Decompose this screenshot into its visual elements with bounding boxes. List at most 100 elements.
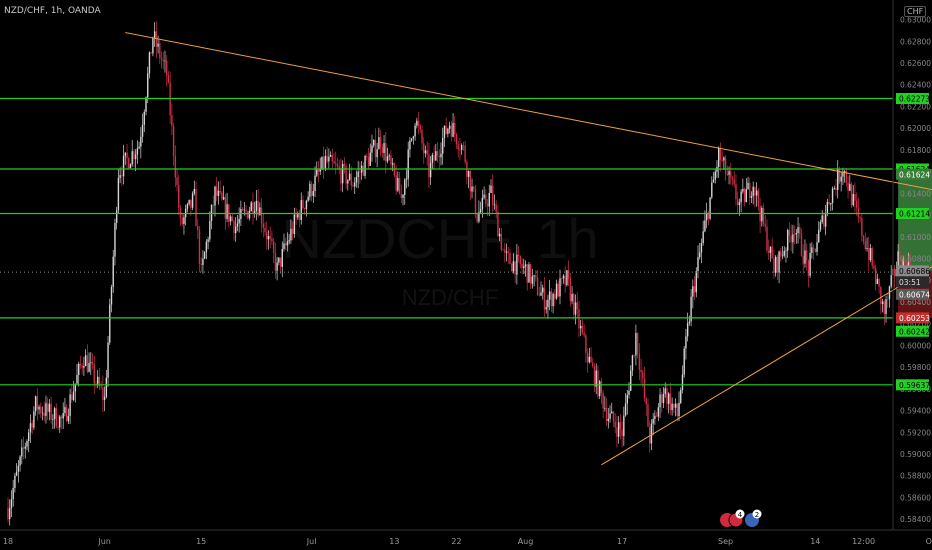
- candle: [385, 131, 387, 174]
- candle-body: [247, 211, 249, 219]
- candle-body: [290, 228, 292, 241]
- candle: [473, 185, 475, 193]
- candle-body: [200, 263, 202, 265]
- candle: [514, 260, 516, 283]
- candle: [79, 355, 82, 369]
- candle: [702, 220, 704, 246]
- time-axis[interactable]: 18Jun15Jul1322Aug17Sep1412:00Oct121926: [3, 537, 932, 546]
- candle-body: [48, 403, 51, 412]
- candle-body: [78, 363, 80, 375]
- candle: [747, 176, 749, 190]
- candle: [685, 329, 687, 360]
- candle: [464, 140, 466, 165]
- candle-body: [226, 204, 228, 219]
- candle-body: [874, 268, 877, 284]
- candle-body: [359, 171, 361, 173]
- candle: [471, 178, 473, 199]
- candle: [360, 160, 363, 180]
- candle: [222, 185, 225, 201]
- candle-body: [712, 179, 715, 183]
- candle: [245, 205, 247, 218]
- candle: [719, 142, 722, 172]
- candle-body: [288, 240, 290, 242]
- candle-body: [736, 199, 739, 206]
- candle: [711, 176, 713, 200]
- candle-body: [742, 188, 744, 192]
- candle: [697, 245, 699, 279]
- candle: [64, 398, 66, 417]
- candle: [21, 439, 23, 465]
- candle-body: [616, 427, 618, 437]
- candle: [428, 143, 430, 189]
- candle-body: [540, 292, 542, 296]
- candle: [802, 244, 804, 274]
- candle-body: [590, 356, 592, 363]
- candle-body: [816, 242, 818, 252]
- trendline[interactable]: [125, 32, 932, 209]
- candle: [674, 398, 677, 417]
- candle-body: [804, 250, 806, 264]
- candle-body: [126, 152, 128, 159]
- candle-body: [352, 185, 354, 187]
- candle-body: [305, 200, 308, 209]
- candle-body: [830, 203, 832, 205]
- candle: [590, 347, 592, 363]
- candle-body: [773, 258, 775, 273]
- candle: [381, 143, 384, 158]
- candle: [885, 295, 887, 323]
- candle-body: [531, 276, 534, 284]
- price-chart[interactable]: NZDCHF, 1h NZD/CHF 0.630000.628000.62600…: [0, 0, 932, 550]
- candle-body: [564, 275, 566, 285]
- candle-body: [248, 210, 251, 219]
- candle: [278, 257, 280, 266]
- candle-body: [633, 355, 635, 356]
- candle-body: [543, 287, 546, 310]
- candle-body: [81, 365, 83, 368]
- candle: [264, 222, 266, 236]
- candle-body: [757, 190, 760, 207]
- candle: [348, 163, 351, 181]
- candle: [757, 188, 760, 211]
- candle-body: [84, 355, 87, 366]
- candle: [53, 406, 56, 429]
- candle-body: [750, 195, 753, 198]
- candle-body: [152, 37, 154, 54]
- candle: [636, 332, 639, 359]
- candle: [400, 184, 402, 204]
- candle-body: [231, 216, 233, 221]
- event-markers[interactable]: 4 2: [720, 509, 762, 528]
- candle-body: [600, 381, 603, 393]
- candle-body: [585, 335, 587, 353]
- candle: [630, 365, 632, 392]
- candle: [152, 36, 154, 57]
- candle-body: [328, 156, 330, 162]
- candle: [395, 165, 397, 195]
- candle: [198, 226, 201, 273]
- candle-body: [469, 170, 471, 192]
- candle-body: [723, 157, 725, 161]
- candle: [129, 163, 132, 169]
- candle-body: [145, 97, 147, 112]
- candle-body: [134, 154, 137, 160]
- price-label-text: 0.60686: [899, 267, 930, 276]
- candle: [564, 266, 566, 293]
- candle-body: [481, 197, 484, 210]
- currency-button[interactable]: CHF: [904, 6, 927, 17]
- candle-body: [547, 299, 549, 308]
- candle: [255, 190, 258, 221]
- candle: [45, 395, 47, 424]
- candle-body: [64, 407, 66, 414]
- candle-body: [203, 252, 206, 259]
- candle-body: [140, 136, 142, 147]
- candle-body: [390, 155, 392, 165]
- candle-body: [728, 171, 730, 175]
- candle: [212, 195, 214, 214]
- candle-body: [198, 229, 201, 264]
- candle-body: [300, 200, 302, 220]
- candle: [336, 157, 339, 169]
- candle-body: [718, 148, 720, 167]
- candle: [238, 207, 240, 233]
- candle-body: [45, 403, 47, 416]
- candle: [421, 124, 423, 151]
- candle-body: [709, 197, 711, 219]
